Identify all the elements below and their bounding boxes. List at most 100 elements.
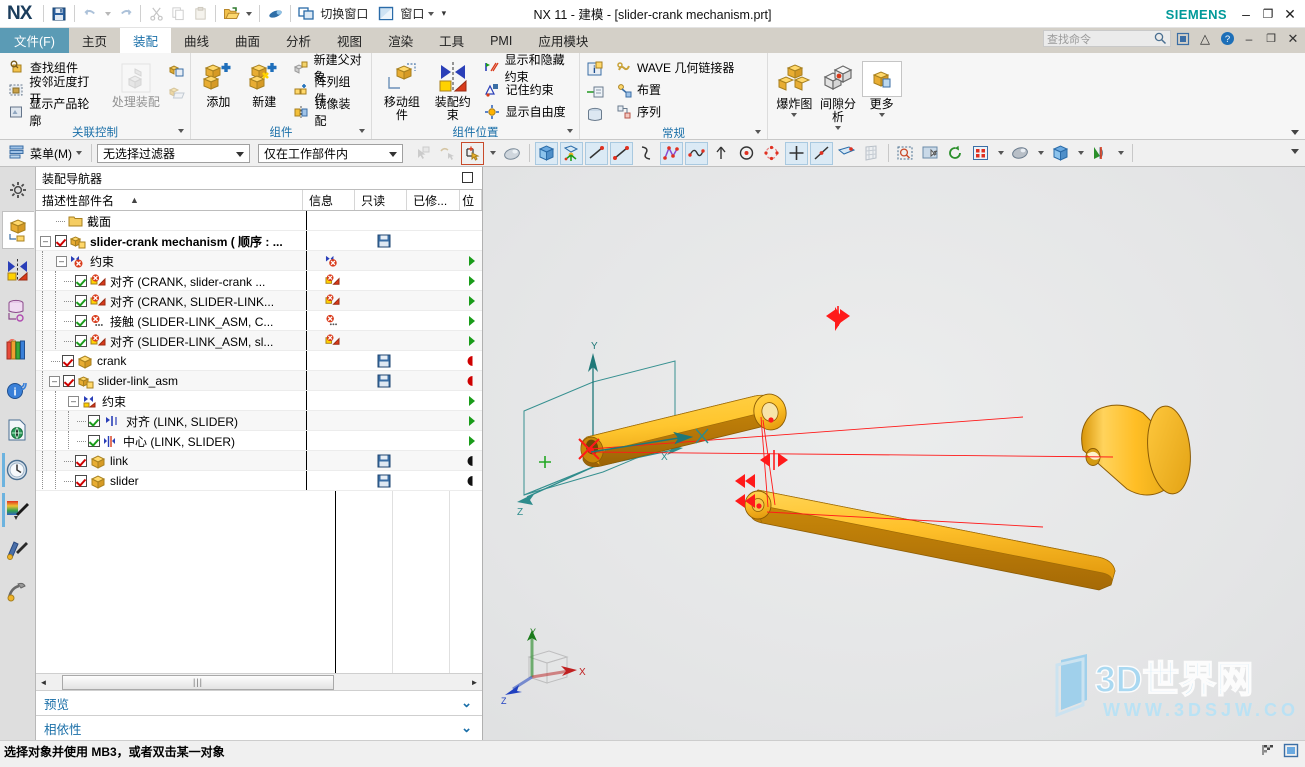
switch-window-label[interactable]: 切换窗口 (320, 5, 368, 22)
select-general-icon[interactable] (411, 142, 434, 165)
assembly-open-icon[interactable] (167, 82, 185, 100)
face-icon[interactable] (560, 141, 583, 165)
minimize-ribbon-icon[interactable]: △ (1195, 29, 1215, 48)
group-expand-icon[interactable] (755, 130, 761, 134)
table-row[interactable]: link (36, 451, 482, 471)
table-row[interactable]: – slider-crank mechanism ( 顺序 : ... (36, 231, 482, 251)
show-hide-constraints-button[interactable]: 显示和隐藏约束 (482, 53, 574, 84)
scroll-right-icon[interactable]: ► (467, 678, 482, 687)
tab-render[interactable]: 渲染 (375, 28, 426, 53)
info-icon[interactable]: i (586, 60, 605, 79)
save-icon[interactable] (48, 3, 70, 25)
menu-button[interactable]: 菜单(M) (5, 144, 86, 162)
table-row[interactable]: 截面 (36, 211, 482, 231)
table-row[interactable]: – 约束 (36, 251, 482, 271)
undo-dropdown-icon[interactable] (101, 3, 114, 25)
visibility-checkbox[interactable] (75, 315, 87, 327)
search-icon[interactable] (1154, 32, 1167, 48)
grid-icon[interactable] (860, 142, 883, 165)
expander-icon[interactable]: – (49, 375, 60, 387)
tab-file[interactable]: 文件(F) (0, 28, 69, 53)
select-face-dropdown-icon[interactable] (486, 142, 499, 165)
sidebar-item-history[interactable] (1, 451, 34, 489)
open-icon[interactable] (220, 3, 242, 25)
orientation-dropdown-icon[interactable] (1074, 142, 1087, 165)
tree-node[interactable]: 对齐 (CRANK, SLIDER-LINK... (36, 291, 306, 311)
sidebar-item-constraint-navigator[interactable] (2, 251, 34, 289)
tab-analysis[interactable]: 分析 (273, 28, 324, 53)
sidebar-item-reuse-library[interactable] (2, 331, 34, 369)
tree-node[interactable]: 中心 (LINK, SLIDER) (36, 431, 306, 451)
table-row[interactable]: 接触 (SLIDER-LINK_ASM, C... (36, 311, 482, 331)
more-dropdown-icon[interactable] (878, 113, 885, 117)
arc-center-icon[interactable] (735, 142, 758, 165)
group-expand-icon[interactable] (178, 129, 184, 133)
redo-icon[interactable] (114, 3, 136, 25)
tree-node[interactable]: – slider-link_asm (36, 371, 306, 391)
tab-home[interactable]: 主页 (69, 28, 120, 53)
exploded-views-button[interactable]: 爆炸图 (774, 59, 815, 117)
select-feature-icon[interactable] (436, 142, 459, 165)
spline-icon[interactable] (660, 141, 683, 165)
switch-window-icon[interactable] (295, 3, 317, 25)
tab-surface[interactable]: 曲面 (222, 28, 273, 53)
group-expand-icon[interactable] (359, 129, 365, 133)
full-screen-icon[interactable] (1173, 29, 1193, 48)
selection-filter-combo[interactable]: 无选择过滤器 (97, 143, 250, 163)
tree-node[interactable]: 接触 (SLIDER-LINK_ASM, C... (36, 311, 306, 331)
restore-window-icon[interactable]: ❐ (1261, 29, 1281, 48)
db-icon[interactable] (586, 106, 605, 125)
exploded-views-dropdown-icon[interactable] (791, 113, 798, 117)
group-expand-icon[interactable] (567, 129, 573, 133)
close-window-icon[interactable]: ✕ (1283, 29, 1303, 48)
restore-button[interactable]: ❐ (1257, 2, 1279, 26)
sidebar-item-roles[interactable] (2, 571, 34, 609)
tree-node[interactable]: – 约束 (36, 391, 306, 411)
sketch-curve-icon[interactable] (685, 141, 708, 165)
chevron-down-icon[interactable] (389, 151, 397, 157)
clearance-analysis-button[interactable]: 间隙分析 (818, 59, 859, 130)
tab-pmi[interactable]: PMI (477, 28, 525, 53)
shade-style-icon[interactable] (1009, 142, 1032, 165)
tree-node[interactable]: – slider-crank mechanism ( 顺序 : ... (36, 231, 306, 251)
visibility-checkbox[interactable] (75, 275, 87, 287)
visibility-checkbox[interactable] (63, 375, 75, 387)
remember-constraint-button[interactable]: 记住约束 (482, 79, 574, 100)
edge-icon[interactable] (585, 141, 608, 165)
table-row[interactable]: 对齐 (LINK, SLIDER) (36, 411, 482, 431)
scroll-left-icon[interactable]: ◄ (36, 678, 51, 687)
fit-dropdown-icon[interactable] (994, 142, 1007, 165)
sidebar-item-assembly-navigator[interactable] (1, 211, 34, 249)
preview-panel-header[interactable]: 预览 ⌄ (36, 690, 482, 715)
minimize-window-icon[interactable]: – (1239, 29, 1259, 48)
screen-icon[interactable] (1283, 743, 1299, 761)
column-header-readonly[interactable]: 只读 (355, 190, 408, 210)
new-component-button[interactable]: 新建 (243, 57, 286, 109)
tab-application[interactable]: 应用模块 (525, 28, 601, 53)
menu-dropdown-icon[interactable] (76, 151, 82, 155)
table-row[interactable]: crank (36, 351, 482, 371)
tree-node[interactable]: 对齐 (CRANK, slider-crank ... (36, 271, 306, 291)
tab-tools[interactable]: 工具 (426, 28, 477, 53)
column-header-position[interactable]: 位 (460, 190, 482, 210)
orientation-icon[interactable] (1049, 142, 1072, 165)
help-icon[interactable]: ? (1217, 29, 1237, 48)
table-row[interactable]: 对齐 (SLIDER-LINK_ASM, sl... (36, 331, 482, 351)
scroll-thumb[interactable]: ||| (62, 674, 334, 690)
circle-icon[interactable] (760, 142, 783, 165)
pan-icon[interactable] (919, 142, 942, 165)
tab-view[interactable]: 视图 (324, 28, 375, 53)
visibility-checkbox[interactable] (88, 435, 100, 447)
move-component-button[interactable]: 移动组件 (378, 57, 426, 122)
sidebar-item-part-navigator[interactable] (2, 291, 34, 329)
close-button[interactable]: ✕ (1279, 2, 1301, 26)
ribbon-overflow-icon[interactable] (1291, 130, 1299, 135)
curve-chain-icon[interactable] (710, 142, 733, 165)
navigator-horizontal-scrollbar[interactable]: ◄ ||| ► (36, 673, 482, 690)
add-component-button[interactable]: 添加 (197, 57, 240, 109)
minimize-button[interactable]: – (1235, 2, 1257, 26)
shade-style-dropdown-icon[interactable] (1034, 142, 1047, 165)
tree-node[interactable]: link (36, 451, 306, 471)
link-icon[interactable] (586, 83, 605, 102)
scope-filter-combo[interactable]: 仅在工作部件内 (258, 143, 403, 163)
